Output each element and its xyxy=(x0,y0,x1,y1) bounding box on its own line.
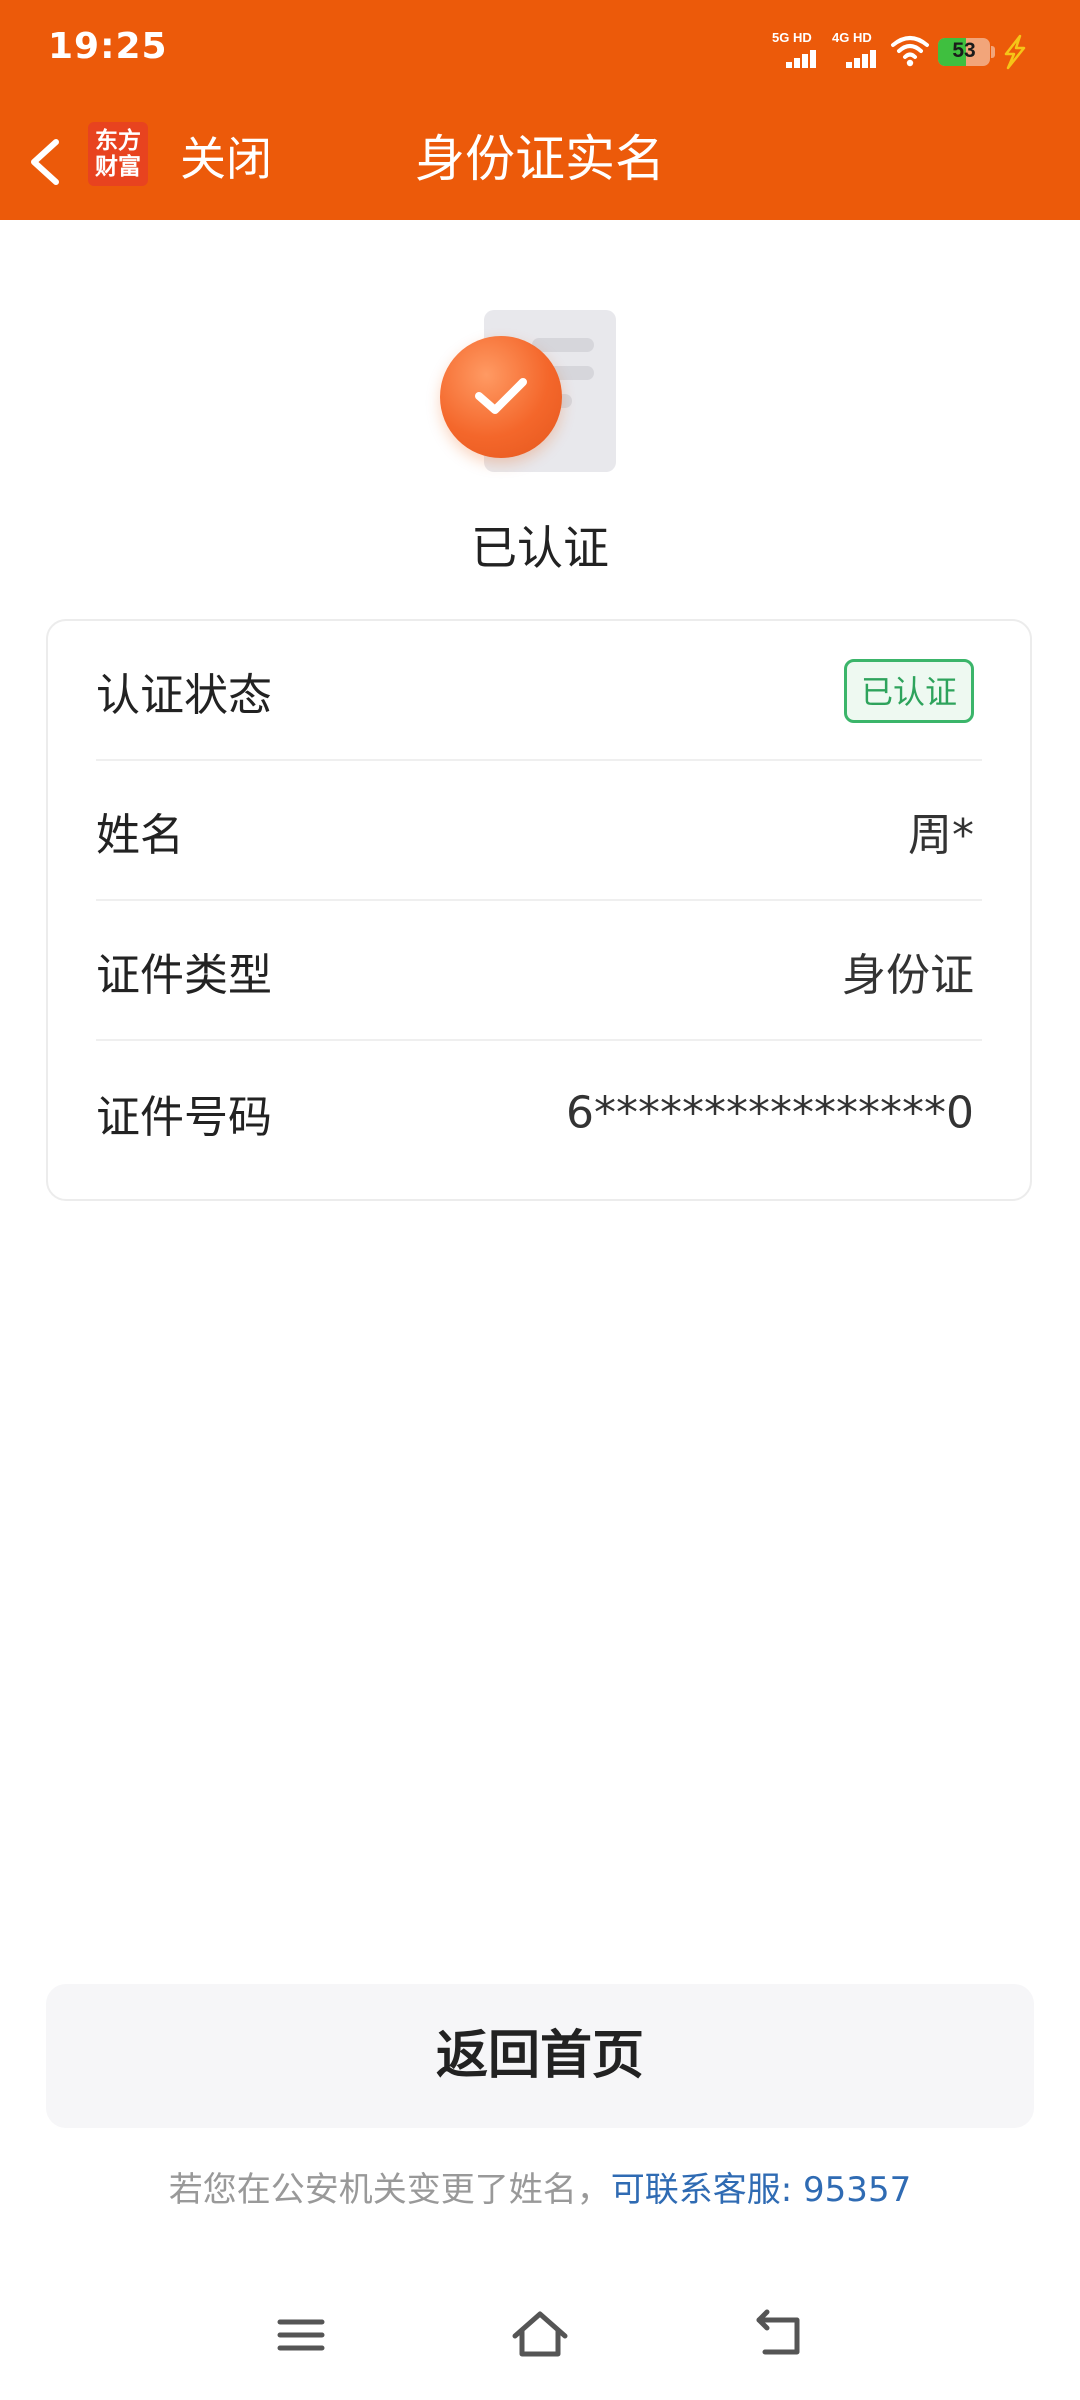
footer-note-text: 若您在公安机关变更了姓名， xyxy=(168,2170,611,2210)
app-header: 东方 财富 关闭 身份证实名 xyxy=(0,100,1080,220)
signal-1-label: 5G HD xyxy=(772,30,812,45)
footer-note: 若您在公安机关变更了姓名，可联系客服: 95357 xyxy=(0,2162,1080,2211)
checkmark-icon xyxy=(475,378,527,414)
name-value: 周* xyxy=(908,810,974,861)
id-number-value: 6****************0 xyxy=(566,1087,974,1139)
customer-service-link[interactable]: 可联系客服: 95357 xyxy=(611,2170,911,2210)
cellular-signal-2-icon: 4G HD xyxy=(832,30,876,70)
info-row-id-type: 证件类型 身份证 xyxy=(96,901,982,1041)
verified-document-icon xyxy=(436,302,626,482)
battery-tip xyxy=(991,46,995,58)
id-type-label: 证件类型 xyxy=(96,950,272,1001)
menu-icon[interactable] xyxy=(266,2300,336,2370)
info-row-name: 姓名 周* xyxy=(96,761,982,901)
cellular-signal-1-icon: 5G HD xyxy=(772,30,816,70)
battery-icon: 53 xyxy=(938,38,990,66)
id-type-value: 身份证 xyxy=(842,950,974,1001)
info-row-status: 认证状态 已认证 xyxy=(96,621,982,761)
signal-2-label: 4G HD xyxy=(832,30,872,45)
check-circle-icon xyxy=(440,336,562,458)
verified-badge: 已认证 xyxy=(843,659,974,723)
identity-info-card: 认证状态 已认证 姓名 周* 证件类型 身份证 证件号码 6**********… xyxy=(46,619,1032,1201)
battery-level: 53 xyxy=(952,39,976,62)
home-icon[interactable] xyxy=(505,2300,575,2370)
lightning-icon xyxy=(1004,34,1026,70)
wifi-icon xyxy=(891,36,929,67)
back-icon[interactable] xyxy=(745,2300,815,2370)
verification-status-title: 已认证 xyxy=(471,521,609,575)
page-title: 身份证实名 xyxy=(415,130,665,188)
name-label: 姓名 xyxy=(96,810,184,861)
status-label: 认证状态 xyxy=(96,670,272,721)
info-row-id-number: 证件号码 6****************0 xyxy=(96,1043,982,1183)
return-home-button[interactable]: 返回首页 xyxy=(46,1984,1034,2128)
status-bar: 19:25 5G HD 4G HD 53 xyxy=(0,0,1080,100)
id-number-label: 证件号码 xyxy=(96,1092,272,1143)
status-time: 19:25 xyxy=(48,26,168,67)
row-divider xyxy=(96,1039,982,1041)
